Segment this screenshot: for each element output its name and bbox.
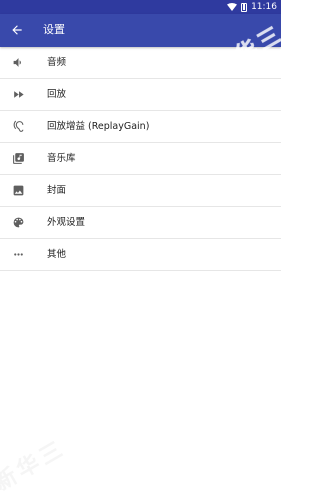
- settings-item-playback[interactable]: 回放: [0, 79, 281, 111]
- settings-item-appearance[interactable]: 外观设置: [0, 207, 281, 239]
- status-icons: 11:16: [227, 0, 277, 14]
- fast-forward-icon: [12, 88, 25, 101]
- settings-item-label: 其他: [47, 249, 67, 260]
- app-bar: 设置 新华三: [0, 14, 281, 82]
- page-title: 设置: [43, 23, 65, 36]
- status-time: 11:16: [251, 2, 277, 12]
- back-button[interactable]: [7, 20, 27, 40]
- more-horiz-icon: [12, 248, 25, 261]
- settings-item-replaygain[interactable]: 回放增益 (ReplayGain): [0, 111, 281, 143]
- library-music-icon: [12, 152, 25, 165]
- volume-icon: [12, 56, 25, 69]
- status-bar: 11:16: [0, 0, 281, 14]
- arrow-left-icon: [12, 25, 22, 35]
- wifi-icon: [227, 3, 238, 11]
- settings-item-label: 音频: [47, 57, 67, 68]
- settings-item-library[interactable]: 音乐库: [0, 143, 281, 175]
- settings-list: 音频 回放 回放增益 (ReplayGain) 音乐库 封面 外观设置 其他: [0, 47, 281, 271]
- settings-item-label: 回放增益 (ReplayGain): [47, 121, 150, 132]
- settings-item-cover[interactable]: 封面: [0, 175, 281, 207]
- settings-item-label: 封面: [47, 185, 67, 196]
- watermark-bottom: 新华三: [0, 435, 71, 497]
- palette-icon: [12, 216, 25, 229]
- ear-icon: [12, 120, 25, 133]
- settings-item-label: 回放: [47, 89, 67, 100]
- settings-item-label: 音乐库: [47, 153, 76, 164]
- battery-icon: [241, 2, 248, 12]
- settings-item-label: 外观设置: [47, 217, 86, 228]
- settings-item-other[interactable]: 其他: [0, 239, 281, 271]
- image-icon: [12, 184, 25, 197]
- settings-screen: 11:16 设置 新华三 音频 回放 回放增益 (ReplayGain) 音乐库…: [0, 0, 281, 500]
- settings-item-audio[interactable]: 音频: [0, 47, 281, 79]
